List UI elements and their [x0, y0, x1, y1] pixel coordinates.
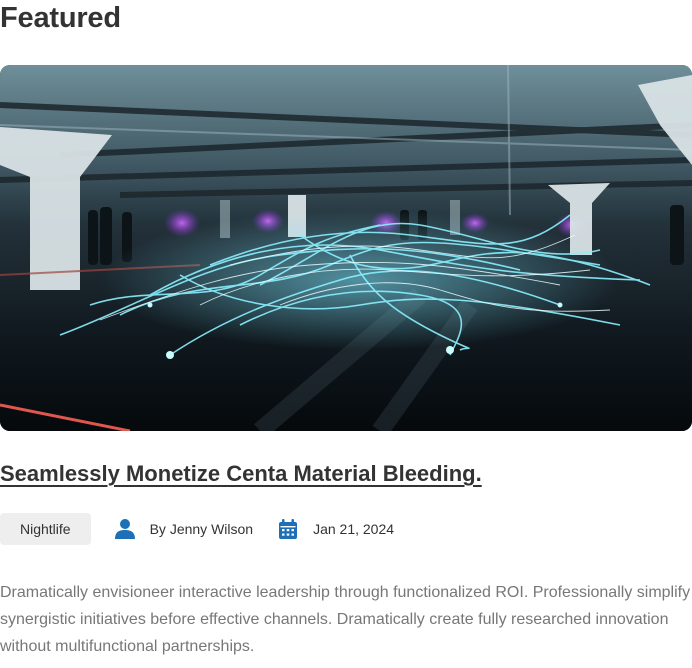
post-meta: Nightlife By Jenny Wilson Jan 21, 2024 [0, 513, 394, 545]
post-date-text: Jan 21, 2024 [313, 521, 395, 537]
user-icon [114, 518, 136, 540]
post-title-link[interactable]: Seamlessly Monetize Centa Material Bleed… [0, 459, 482, 489]
post-excerpt: Dramatically envisioneer interactive lea… [0, 584, 691, 655]
calendar-icon [277, 518, 299, 540]
featured-image-graphic [0, 65, 692, 431]
featured-image[interactable] [0, 65, 692, 431]
category-badge[interactable]: Nightlife [0, 513, 91, 545]
post-author: By Jenny Wilson [114, 518, 253, 540]
post-date: Jan 21, 2024 [277, 518, 394, 540]
section-title: Featured [0, 2, 121, 34]
author-name: By Jenny Wilson [149, 521, 254, 537]
